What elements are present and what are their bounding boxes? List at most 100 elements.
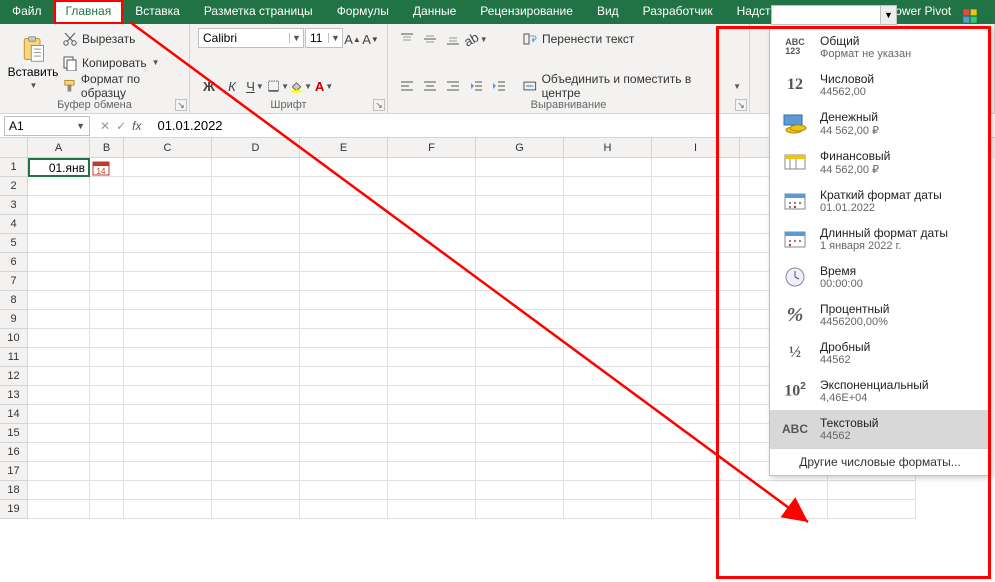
font-name-input[interactable]	[199, 31, 289, 45]
cell[interactable]	[388, 500, 476, 519]
col-header-H[interactable]: H	[564, 138, 652, 158]
cell[interactable]	[28, 310, 90, 329]
cell[interactable]	[124, 462, 212, 481]
cell[interactable]	[28, 386, 90, 405]
font-color-button[interactable]: A▼	[313, 75, 335, 97]
row-header-18[interactable]: 18	[0, 481, 28, 500]
row-header-5[interactable]: 5	[0, 234, 28, 253]
cell[interactable]	[652, 196, 740, 215]
cell[interactable]	[90, 500, 124, 519]
copy-button[interactable]: Копировать▼	[62, 52, 181, 74]
cell[interactable]	[652, 272, 740, 291]
cell[interactable]	[124, 329, 212, 348]
border-button[interactable]: ▼	[267, 75, 289, 97]
cell[interactable]	[388, 405, 476, 424]
cell[interactable]	[652, 405, 740, 424]
number-format-scientific[interactable]: 102Экспоненциальный4,46E+04	[770, 372, 990, 410]
font-size-input[interactable]	[306, 31, 328, 45]
cell[interactable]	[564, 196, 652, 215]
chevron-down-icon[interactable]: ▼	[76, 121, 85, 131]
cell[interactable]	[212, 196, 300, 215]
cell[interactable]	[476, 234, 564, 253]
cell[interactable]	[388, 481, 476, 500]
cell[interactable]	[300, 329, 388, 348]
align-bottom-button[interactable]	[442, 28, 464, 50]
cell[interactable]	[90, 348, 124, 367]
row-header-2[interactable]: 2	[0, 177, 28, 196]
cell[interactable]	[212, 234, 300, 253]
cell[interactable]	[476, 405, 564, 424]
cell[interactable]	[476, 424, 564, 443]
row-header-15[interactable]: 15	[0, 424, 28, 443]
bold-button[interactable]: Ж	[198, 75, 220, 97]
cell[interactable]	[564, 481, 652, 500]
cell[interactable]	[476, 272, 564, 291]
cell[interactable]	[28, 443, 90, 462]
row-header-3[interactable]: 3	[0, 196, 28, 215]
merge-center-button[interactable]: Объединить и поместить в центре▼	[522, 75, 741, 97]
cell[interactable]	[564, 291, 652, 310]
cell[interactable]	[652, 177, 740, 196]
tab-file[interactable]: Файл	[0, 0, 54, 24]
cell[interactable]	[90, 367, 124, 386]
cell[interactable]	[564, 462, 652, 481]
cell[interactable]	[740, 500, 828, 519]
number-format-currency[interactable]: Денежный44 562,00 ₽	[770, 104, 990, 143]
name-box[interactable]: A1 ▼	[4, 116, 90, 136]
col-header-G[interactable]: G	[476, 138, 564, 158]
cell[interactable]	[476, 462, 564, 481]
tab-insert[interactable]: Вставка	[123, 0, 192, 24]
cell[interactable]	[124, 367, 212, 386]
cell[interactable]	[652, 367, 740, 386]
dialog-launcher-icon[interactable]: ↘	[373, 99, 385, 111]
cell[interactable]	[28, 424, 90, 443]
cell[interactable]	[476, 253, 564, 272]
cell[interactable]	[476, 500, 564, 519]
cell[interactable]	[124, 291, 212, 310]
cell-A1[interactable]: 01.янв	[28, 158, 90, 177]
cell[interactable]	[388, 215, 476, 234]
cell[interactable]	[388, 462, 476, 481]
chevron-down-icon[interactable]: ▼	[328, 33, 342, 43]
cell[interactable]	[476, 329, 564, 348]
cell[interactable]	[124, 158, 212, 177]
tab-view[interactable]: Вид	[585, 0, 631, 24]
cell[interactable]	[28, 348, 90, 367]
cell[interactable]	[388, 424, 476, 443]
cell[interactable]	[564, 177, 652, 196]
cell[interactable]	[564, 500, 652, 519]
cell[interactable]	[476, 386, 564, 405]
cell[interactable]	[652, 443, 740, 462]
cell[interactable]	[652, 481, 740, 500]
row-headers[interactable]: 12345678910111213141516171819	[0, 158, 28, 519]
cell[interactable]	[90, 291, 124, 310]
cell[interactable]	[564, 367, 652, 386]
cell[interactable]	[564, 272, 652, 291]
cell[interactable]	[300, 462, 388, 481]
cell[interactable]	[388, 348, 476, 367]
cut-button[interactable]: Вырезать	[62, 28, 181, 50]
cell[interactable]	[124, 215, 212, 234]
cell[interactable]	[828, 500, 916, 519]
cell[interactable]	[124, 234, 212, 253]
cell[interactable]	[388, 196, 476, 215]
align-middle-button[interactable]	[419, 28, 441, 50]
row-header-14[interactable]: 14	[0, 405, 28, 424]
cell[interactable]	[300, 386, 388, 405]
cell[interactable]	[90, 234, 124, 253]
col-header-F[interactable]: F	[388, 138, 476, 158]
cell[interactable]	[388, 234, 476, 253]
number-format-text[interactable]: ABCТекстовый44562	[770, 410, 990, 448]
cell[interactable]	[388, 443, 476, 462]
cell[interactable]	[476, 215, 564, 234]
cell[interactable]	[124, 272, 212, 291]
number-format-shortdate[interactable]: Краткий формат даты01.01.2022	[770, 182, 990, 220]
tab-review[interactable]: Рецензирование	[468, 0, 585, 24]
cell[interactable]	[28, 481, 90, 500]
dialog-launcher-icon[interactable]: ↘	[735, 99, 747, 111]
cell[interactable]	[300, 196, 388, 215]
font-name-combo[interactable]: ▼	[198, 28, 304, 48]
cell[interactable]	[564, 443, 652, 462]
align-left-button[interactable]	[396, 75, 418, 97]
cell[interactable]	[90, 424, 124, 443]
